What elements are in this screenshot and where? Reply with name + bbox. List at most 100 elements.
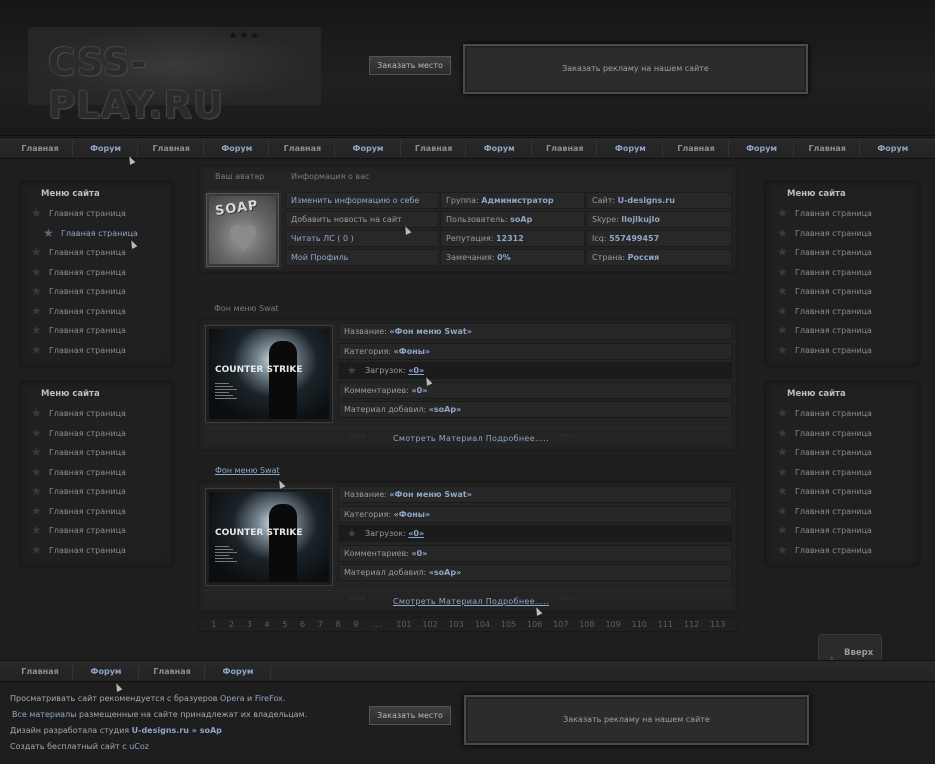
menu-item[interactable]: ★ Главная страница: [19, 502, 174, 522]
footer-ad-banner[interactable]: Заказать рекламу на нашем сайте: [464, 695, 809, 745]
page-link[interactable]: 107: [548, 618, 574, 632]
menu-item[interactable]: ★ Главная страница: [765, 443, 920, 463]
menu-item[interactable]: ★ Главная страница: [19, 341, 174, 361]
menu-item[interactable]: ★ Главная страница: [19, 243, 174, 263]
material-field[interactable]: ★ Загрузок: «0»: [338, 362, 732, 379]
page-link[interactable]: 109: [600, 618, 626, 632]
page-link[interactable]: 113: [705, 618, 731, 632]
menu-item[interactable]: ★ Главная страница: [765, 282, 920, 302]
menu-item[interactable]: ★ Главная страница: [765, 424, 920, 444]
footer-order-place-button[interactable]: Заказать место: [369, 706, 451, 725]
material-field[interactable]: ★ Загрузок: «0»: [338, 525, 732, 542]
menu-item[interactable]: ★ Главная страница: [19, 463, 174, 483]
nav-item[interactable]: Главная: [138, 138, 204, 160]
order-place-button[interactable]: Заказать место: [369, 56, 451, 75]
menu-item[interactable]: ★ Главная страница: [765, 502, 920, 522]
nav-item[interactable]: Главная: [7, 138, 73, 160]
profile-action-link[interactable]: Читать ЛС ( 0 ): [285, 230, 439, 247]
page-link[interactable]: ....: [365, 618, 391, 632]
page-link[interactable]: 110: [626, 618, 652, 632]
nav-item[interactable]: Главная: [269, 138, 335, 160]
page-link[interactable]: 2: [223, 618, 241, 632]
site-logo[interactable]: ★★★ CSS-PLAY.RU: [28, 27, 321, 127]
menu-item[interactable]: ★ Главная страница: [19, 204, 174, 224]
menu-item[interactable]: ★ Главная страница: [765, 541, 920, 561]
page-link[interactable]: 104: [469, 618, 495, 632]
page-link[interactable]: 5: [276, 618, 294, 632]
menu-item[interactable]: ★ Главная страница: [19, 404, 174, 424]
material-thumbnail[interactable]: COUNTER STRIKE: [205, 488, 333, 586]
menu-item[interactable]: ★ Главная страница: [19, 521, 174, 541]
material-thumbnail[interactable]: COUNTER STRIKE: [205, 325, 333, 423]
firefox-link[interactable]: FireFox: [255, 694, 283, 703]
profile-action-link[interactable]: Изменить информацию о себе: [285, 192, 439, 209]
page-link[interactable]: 111: [652, 618, 678, 632]
nav-item[interactable]: Форум: [204, 138, 270, 160]
opera-link[interactable]: Opera: [220, 694, 245, 703]
nav-item[interactable]: Главная: [663, 138, 729, 160]
page-link[interactable]: 4: [258, 618, 276, 632]
menu-item[interactable]: ★ Главная страница: [19, 321, 174, 341]
menu-item[interactable]: ★ Главная страница: [765, 482, 920, 502]
menu-item[interactable]: ★ Главная страница: [19, 224, 174, 244]
avatar[interactable]: SOAP ♥: [206, 193, 279, 267]
tab-info[interactable]: Информация о вас: [291, 172, 369, 181]
nav-item[interactable]: Главная: [401, 138, 467, 160]
menu-item[interactable]: ★ Главная страница: [765, 263, 920, 283]
page-link[interactable]: 103: [443, 618, 469, 632]
nav-item[interactable]: Форум: [729, 138, 795, 160]
menu-item[interactable]: ★ Главная страница: [765, 404, 920, 424]
menu-item[interactable]: ★ Главная страница: [19, 302, 174, 322]
ad-banner[interactable]: Заказать рекламу на нашем сайте: [463, 44, 808, 94]
page-link[interactable]: 1: [205, 618, 223, 632]
menu-item[interactable]: ★ Главная страница: [765, 321, 920, 341]
menu-item[interactable]: ★ Главная страница: [765, 204, 920, 224]
page-link[interactable]: 6: [294, 618, 312, 632]
menu-item[interactable]: ★ Главная страница: [765, 243, 920, 263]
material-title[interactable]: Фон меню Swat: [215, 466, 280, 475]
thumbnail-menu: [215, 544, 243, 564]
nav-item[interactable]: Форум: [860, 138, 926, 160]
footer-nav-item[interactable]: Главная: [139, 661, 205, 683]
footer-nav-item[interactable]: Форум: [73, 661, 139, 683]
page-link[interactable]: 108: [574, 618, 600, 632]
page-link[interactable]: 112: [679, 618, 705, 632]
page-link[interactable]: 3: [241, 618, 259, 632]
menu-item[interactable]: ★ Главная страница: [765, 224, 920, 244]
profile-action-link[interactable]: Мой Профиль: [285, 249, 439, 266]
menu-item[interactable]: ★ Главная страница: [765, 341, 920, 361]
menu-item[interactable]: ★ Главная страница: [19, 263, 174, 283]
menu-item[interactable]: ★ Главная страница: [19, 541, 174, 561]
read-more-link[interactable]: Смотреть Материал Подробнее.....: [393, 597, 549, 606]
page-link[interactable]: 7: [312, 618, 330, 632]
menu-item[interactable]: ★ Главная страница: [19, 282, 174, 302]
material-title[interactable]: Фон меню Swat: [214, 304, 279, 313]
nav-item[interactable]: Форум: [597, 138, 663, 160]
soldier-figure: [269, 504, 297, 582]
menu-item[interactable]: ★ Главная страница: [765, 463, 920, 483]
page-link[interactable]: 106: [522, 618, 548, 632]
ucoz-link[interactable]: uCoz: [129, 742, 149, 751]
nav-item[interactable]: Форум: [335, 138, 401, 160]
nav-item[interactable]: Форум: [466, 138, 532, 160]
page-link[interactable]: 8: [329, 618, 347, 632]
profile-action-link[interactable]: Добавить новость на сайт: [285, 211, 439, 228]
page-link[interactable]: 9: [347, 618, 365, 632]
page-link[interactable]: 102: [417, 618, 443, 632]
menu-item[interactable]: ★ Главная страница: [19, 482, 174, 502]
footer-nav-item[interactable]: Форум: [205, 661, 271, 683]
footer-nav-item[interactable]: Главная: [7, 661, 73, 683]
nav-item[interactable]: Главная: [532, 138, 598, 160]
designer-link[interactable]: U-designs.ru » soAp: [132, 726, 222, 735]
tab-avatar[interactable]: Ваш аватар: [215, 172, 264, 181]
menu-title: Меню сайта: [41, 189, 100, 199]
menu-item[interactable]: ★ Главная страница: [765, 521, 920, 541]
menu-item[interactable]: ★ Главная страница: [19, 443, 174, 463]
read-more-link[interactable]: Смотреть Материал Подробнее.....: [393, 434, 549, 443]
page-link[interactable]: 105: [496, 618, 522, 632]
all-materials-link[interactable]: Все материалы: [12, 710, 76, 719]
page-link[interactable]: 101: [391, 618, 417, 632]
menu-item[interactable]: ★ Главная страница: [19, 424, 174, 444]
menu-item[interactable]: ★ Главная страница: [765, 302, 920, 322]
nav-item[interactable]: Главная: [794, 138, 860, 160]
